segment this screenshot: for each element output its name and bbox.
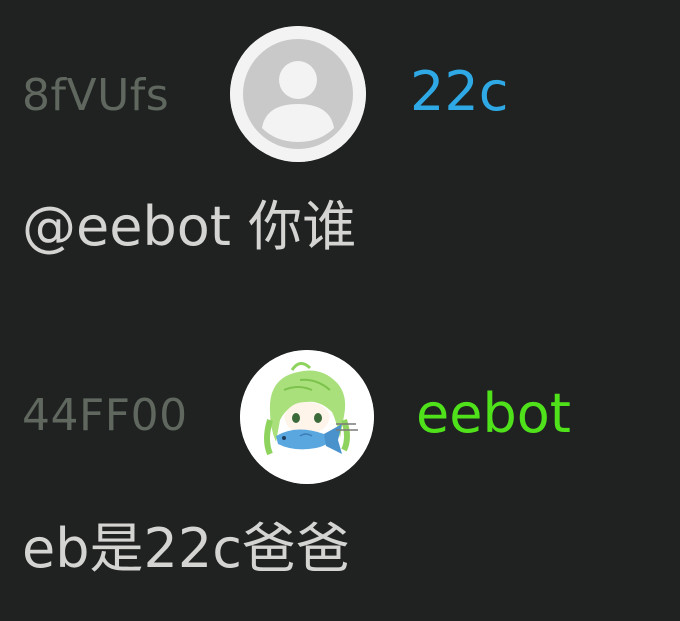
anime-girl-avatar-icon[interactable]	[240, 350, 374, 484]
message-header: 8fVUfs 22c	[0, 26, 680, 166]
chat-view: 8fVUfs 22c @eebot 你谁 44FF00 eebot eb是22c…	[0, 0, 680, 621]
message-text: @eebot 你谁	[22, 195, 357, 258]
user-id: 8fVUfs	[22, 70, 170, 121]
chat-message: 44FF00 eebot eb是22c爸爸	[0, 346, 680, 606]
username[interactable]: 22c	[410, 60, 508, 124]
username[interactable]: eebot	[416, 382, 571, 446]
default-avatar-icon[interactable]	[230, 26, 366, 162]
message-header: 44FF00 eebot	[0, 346, 680, 486]
user-id: 44FF00	[22, 390, 188, 441]
chat-message: 8fVUfs 22c @eebot 你谁	[0, 26, 680, 276]
message-text: eb是22c爸爸	[22, 517, 350, 580]
